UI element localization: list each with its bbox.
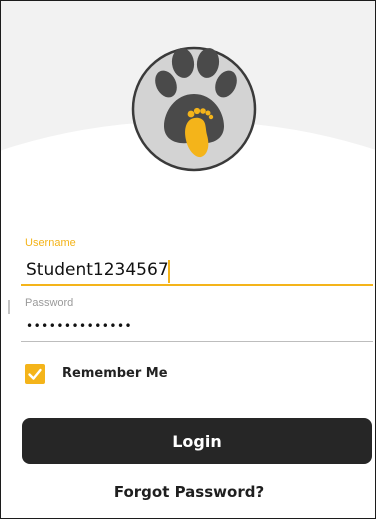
password-input[interactable]: •••••••••••••• — [26, 319, 132, 333]
remember-me-label[interactable]: Remember Me — [62, 366, 168, 381]
text-cursor — [168, 260, 170, 283]
scroll-indicator — [8, 300, 10, 314]
username-underline — [21, 284, 373, 286]
login-button[interactable]: Login — [22, 418, 372, 464]
password-underline — [21, 341, 373, 342]
paw-foot-logo-icon — [131, 24, 257, 194]
remember-me-checkbox[interactable] — [25, 364, 45, 384]
username-input[interactable]: Student1234567 — [26, 260, 169, 280]
username-label: Username — [25, 237, 76, 249]
forgot-password-link[interactable]: Forgot Password? — [1, 483, 375, 501]
login-screen: Username Student1234567 Password •••••••… — [0, 0, 376, 519]
password-label: Password — [25, 297, 74, 309]
checkmark-icon — [28, 368, 42, 380]
